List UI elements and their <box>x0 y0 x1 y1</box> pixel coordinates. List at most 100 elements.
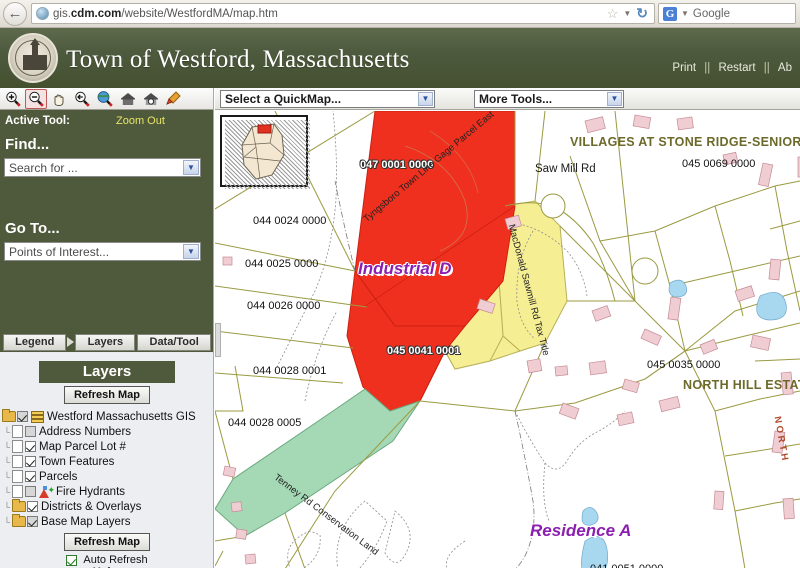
tree-connector: └ <box>3 456 11 467</box>
full-extent-home-icon[interactable] <box>117 89 139 109</box>
layers-panel: Layers Refresh Map Westford Massachusett… <box>0 353 213 568</box>
google-badge-icon: G <box>663 6 677 21</box>
page-icon <box>12 470 23 483</box>
site-banner: Town of Westford, Massachusetts GEOGRAPH… <box>0 28 800 88</box>
map-area: Select a QuickMap... ▼ More Tools... ▼ .… <box>215 88 800 568</box>
layer-label: Map Parcel Lot # <box>39 440 126 453</box>
tab-legend[interactable]: Legend <box>3 333 67 351</box>
about-link[interactable]: Ab <box>774 62 796 74</box>
tab-data-tool[interactable]: Data/Tool <box>137 333 211 351</box>
chevron-down-icon[interactable]: ▼ <box>607 91 622 106</box>
back-arrow-icon[interactable]: ← <box>3 1 27 26</box>
tree-connector: └ <box>3 516 11 527</box>
page-icon <box>12 440 23 453</box>
auto-refresh-label: Auto Refresh <box>83 554 148 566</box>
gis-application-window: ← gis.cdm.com/website/WestfordMA/map.htm… <box>0 0 800 568</box>
tree-connector: └ <box>3 486 11 497</box>
more-tools-select[interactable]: More Tools... ▼ <box>474 89 624 108</box>
layer-label: Town Features <box>39 455 115 468</box>
layer-label: Address Numbers <box>39 425 132 438</box>
print-link[interactable]: Print <box>668 62 700 74</box>
address-bar-url: gis.cdm.com/website/WestfordMA/map.htm <box>53 7 278 20</box>
layer-tree: Westford Massachusetts GIS └ Address Num… <box>2 409 213 529</box>
address-bar[interactable]: gis.cdm.com/website/WestfordMA/map.htm ☆… <box>31 3 655 24</box>
layer-tree-item-town-features[interactable]: └ Town Features <box>2 454 213 469</box>
active-tool-label: Active Tool: <box>5 115 70 127</box>
layer-tree-item-districts-overlays[interactable]: └ Districts & Overlays <box>2 499 213 514</box>
layer-checkbox[interactable] <box>27 501 38 512</box>
restart-link[interactable]: Restart <box>714 62 759 74</box>
map-panel-resize-handle[interactable] <box>215 322 221 357</box>
layer-label: Districts & Overlays <box>41 500 142 513</box>
goto-select-value: Points of Interest... <box>9 244 110 259</box>
layer-checkbox[interactable] <box>25 486 36 497</box>
tree-connector: └ <box>3 501 11 512</box>
identify-globe-icon[interactable] <box>94 89 116 109</box>
layer-label: Westford Massachusetts GIS <box>47 410 196 423</box>
quickmap-select-value: Select a QuickMap... <box>225 91 342 106</box>
layer-label: Base Map Layers <box>41 515 131 528</box>
pan-hand-icon[interactable] <box>48 89 70 109</box>
tree-connector: └ <box>3 471 11 482</box>
layer-tree-item-base-map-layers[interactable]: └ Base Map Layers <box>2 514 213 529</box>
left-sidebar: Active Tool: Zoom Out Find... Search for… <box>0 88 214 568</box>
zoom-in-icon[interactable] <box>2 89 24 109</box>
chevron-down-icon[interactable]: ▼ <box>623 9 631 18</box>
link-separator: || <box>763 62 770 74</box>
layer-tree-item-map-parcel-lot[interactable]: └ Map Parcel Lot # <box>2 439 213 454</box>
favicon-icon <box>36 7 49 20</box>
zoom-to-home-icon[interactable] <box>140 89 162 109</box>
layer-label: Parcels <box>39 470 78 483</box>
map-canvas[interactable]: .pl { fill:none; stroke:#9a9a42; stroke-… <box>215 111 800 568</box>
tab-active-arrow-icon <box>67 337 75 347</box>
search-engine-label: Google <box>692 7 731 20</box>
page-title: Town of Westford, Massachusetts <box>66 46 410 73</box>
reload-icon[interactable]: ↻ <box>636 5 648 22</box>
goto-select[interactable]: Points of Interest... ▼ <box>4 242 201 261</box>
quickmap-select[interactable]: Select a QuickMap... ▼ <box>220 89 435 108</box>
tree-connector: └ <box>3 441 11 452</box>
layer-tree-item-parcels[interactable]: └ Parcels <box>2 469 213 484</box>
layer-tree-item-address-numbers[interactable]: └ Address Numbers <box>2 424 213 439</box>
layer-checkbox[interactable] <box>25 426 36 437</box>
zoom-out-icon[interactable] <box>25 88 47 109</box>
chevron-down-icon[interactable]: ▼ <box>183 160 199 175</box>
link-separator: || <box>704 62 711 74</box>
layer-checkbox[interactable] <box>17 411 28 422</box>
layer-checkbox[interactable] <box>25 441 36 452</box>
auto-refresh-row[interactable]: Auto Refresh <box>0 554 213 566</box>
overview-map[interactable] <box>220 115 310 189</box>
chevron-down-icon[interactable]: ▼ <box>183 244 199 259</box>
layer-stack-icon <box>31 410 45 423</box>
folder-icon[interactable] <box>12 514 26 527</box>
more-tools-select-value: More Tools... <box>479 91 553 106</box>
search-input[interactable]: G ▼ Google <box>658 3 796 24</box>
town-seal-icon <box>8 33 58 83</box>
page-icon <box>12 425 23 438</box>
layer-tree-item-fire-hydrants[interactable]: └ ✦ Fire Hydrants <box>2 484 213 499</box>
chevron-down-icon[interactable]: ▼ <box>418 91 433 106</box>
measure-tool-icon[interactable] <box>163 89 185 109</box>
layer-checkbox[interactable] <box>25 456 36 467</box>
refresh-map-button-top[interactable]: Refresh Map <box>64 386 150 404</box>
tab-layers[interactable]: Layers <box>75 333 136 351</box>
map-toolbar: Select a QuickMap... ▼ More Tools... ▼ <box>215 88 800 110</box>
star-icon[interactable]: ☆ <box>607 6 619 22</box>
map-tool-strip <box>0 88 213 110</box>
refresh-map-button-bottom[interactable]: Refresh Map <box>64 533 150 551</box>
browser-toolbar: ← gis.cdm.com/website/WestfordMA/map.htm… <box>0 0 800 28</box>
layer-checkbox[interactable] <box>27 516 38 527</box>
sidebar-tabs: Legend Layers Data/Tool <box>0 332 213 352</box>
chevron-down-icon[interactable]: ▼ <box>681 9 689 18</box>
auto-refresh-checkbox[interactable] <box>66 554 78 566</box>
find-search-input[interactable]: Search for ... ▼ <box>4 158 201 177</box>
previous-extent-icon[interactable] <box>71 89 93 109</box>
banner-links: Print || Restart || Ab <box>668 62 796 74</box>
layer-checkbox[interactable] <box>25 471 36 482</box>
folder-icon[interactable] <box>2 409 16 422</box>
layer-tree-item-westford-gis[interactable]: Westford Massachusetts GIS <box>2 409 213 424</box>
goto-heading: Go To... <box>5 220 60 237</box>
folder-icon[interactable] <box>12 499 26 512</box>
tree-connector: └ <box>3 426 11 437</box>
fire-hydrant-icon: ✦ <box>39 485 55 498</box>
